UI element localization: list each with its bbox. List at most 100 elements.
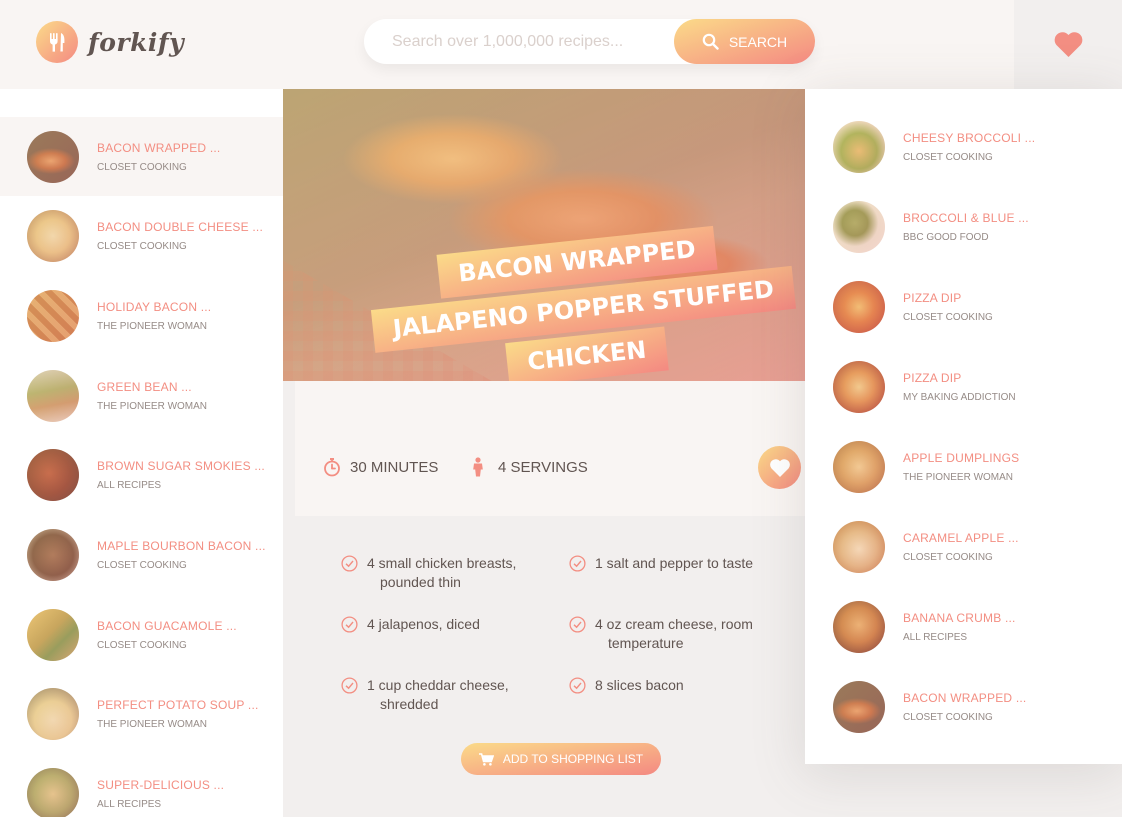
result-author: The Pioneer Woman bbox=[97, 320, 208, 332]
result-author: The Pioneer Woman bbox=[97, 718, 208, 730]
ingredient-text: 4 small chicken breasts, bbox=[367, 555, 517, 571]
liked-recipe-author: The Pioneer Woman bbox=[903, 472, 1014, 483]
result-author: The Pioneer Woman bbox=[97, 400, 208, 412]
ingredient-item: 4 jalapenos, diced bbox=[341, 615, 541, 634]
search-input[interactable] bbox=[364, 19, 674, 64]
ingredient-text: temperature bbox=[608, 635, 684, 651]
ingredient-item: 4 oz cream cheese, room temperature bbox=[569, 615, 769, 653]
recipe-ingredients: 4 small chicken breasts, pounded thin 1 s… bbox=[295, 516, 829, 817]
recipe-thumbnail bbox=[27, 448, 79, 501]
search-button[interactable]: Search bbox=[674, 19, 815, 64]
recipe-thumbnail bbox=[833, 681, 885, 733]
ingredient-text: shredded bbox=[380, 696, 439, 712]
ingredient-item: 1 salt and pepper to taste bbox=[569, 554, 769, 573]
recipe-thumbnail bbox=[27, 369, 79, 422]
liked-recipe-title: Pizza Dip bbox=[903, 371, 962, 385]
heart-icon bbox=[769, 458, 790, 477]
result-item[interactable]: Bacon Wrapped ... Closet Cooking bbox=[0, 117, 283, 196]
liked-recipe-item[interactable]: Bacon Wrapped ... Closet Cooking bbox=[805, 667, 1122, 747]
like-recipe-button[interactable] bbox=[758, 446, 801, 489]
result-title: Holiday Bacon ... bbox=[97, 299, 212, 314]
search-form: Search bbox=[364, 19, 815, 64]
result-item[interactable]: Super-Delicious ... All Recipes bbox=[0, 754, 283, 817]
liked-recipe-title: Apple Dumplings bbox=[903, 451, 1020, 465]
ingredient-item: 1 cup cheddar cheese, shredded bbox=[341, 676, 541, 714]
check-circle-icon bbox=[341, 677, 358, 694]
recipe-thumbnail bbox=[27, 289, 79, 342]
recipe-thumbnail bbox=[27, 130, 79, 183]
check-circle-icon bbox=[569, 555, 586, 572]
result-title: Maple Bourbon Bacon ... bbox=[97, 538, 266, 553]
search-icon bbox=[702, 33, 719, 50]
recipe-time: 30 minutes bbox=[323, 457, 438, 477]
ingredient-text: 4 jalapenos, diced bbox=[367, 616, 480, 632]
check-circle-icon bbox=[569, 677, 586, 694]
liked-recipe-item[interactable]: Apple Dumplings The Pioneer Woman bbox=[805, 427, 1122, 507]
liked-recipe-item[interactable]: Cheesy Broccoli ... Closet Cooking bbox=[805, 107, 1122, 187]
ingredient-item: 8 slices bacon bbox=[569, 676, 769, 695]
liked-recipe-item[interactable]: Pizza Dip My Baking Addiction bbox=[805, 347, 1122, 427]
result-title: Perfect Potato Soup ... bbox=[97, 697, 259, 712]
add-to-shopping-list-button[interactable]: Add to shopping list bbox=[461, 743, 661, 775]
result-author: Closet Cooking bbox=[97, 161, 187, 173]
recipe-thumbnail bbox=[27, 767, 79, 817]
recipe-thumbnail bbox=[833, 441, 885, 493]
recipe-thumbnail bbox=[833, 201, 885, 253]
recipe-thumbnail bbox=[27, 608, 79, 661]
check-circle-icon bbox=[569, 616, 586, 633]
recipe-servings: 4 servings bbox=[471, 457, 588, 477]
liked-recipe-author: BBC Good Food bbox=[903, 232, 989, 243]
ingredient-item: 4 small chicken breasts, pounded thin bbox=[341, 554, 541, 592]
result-author: Closet Cooking bbox=[97, 240, 187, 252]
recipe-thumbnail bbox=[833, 521, 885, 573]
liked-recipe-author: Closet Cooking bbox=[903, 712, 993, 723]
liked-recipe-item[interactable]: Banana Crumb ... All Recipes bbox=[805, 587, 1122, 667]
recipe-time-value: 30 minutes bbox=[350, 458, 439, 476]
recipe-thumbnail bbox=[833, 121, 885, 173]
check-circle-icon bbox=[341, 555, 358, 572]
liked-recipe-title: Broccoli & Blue ... bbox=[903, 211, 1029, 225]
search-results: Bacon Wrapped ... Closet Cooking Bacon Do… bbox=[0, 89, 283, 817]
result-item[interactable]: Maple Bourbon Bacon ... Closet Cooking bbox=[0, 515, 283, 594]
logo[interactable]: forkify bbox=[36, 21, 184, 63]
recipe-thumbnail bbox=[833, 281, 885, 333]
liked-recipe-item[interactable]: Pizza Dip Closet Cooking bbox=[805, 267, 1122, 347]
result-item[interactable]: Green Bean ... The Pioneer Woman bbox=[0, 356, 283, 435]
recipe-thumbnail bbox=[833, 601, 885, 653]
check-circle-icon bbox=[341, 616, 358, 633]
add-to-shopping-list-label: Add to shopping list bbox=[502, 752, 644, 766]
person-icon bbox=[473, 457, 483, 477]
liked-recipe-author: All Recipes bbox=[903, 632, 968, 643]
logo-text: forkify bbox=[88, 27, 185, 57]
fork-knife-icon bbox=[36, 21, 78, 63]
liked-recipe-title: Pizza Dip bbox=[903, 291, 962, 305]
result-author: All Recipes bbox=[97, 479, 162, 491]
result-item[interactable]: Holiday Bacon ... The Pioneer Woman bbox=[0, 276, 283, 355]
liked-recipe-title: Bacon Wrapped ... bbox=[903, 691, 1027, 705]
liked-recipe-title: Cheesy Broccoli ... bbox=[903, 131, 1036, 145]
liked-recipe-item[interactable]: Broccoli & Blue ... BBC Good Food bbox=[805, 187, 1122, 267]
result-item[interactable]: Perfect Potato Soup ... The Pioneer Woman bbox=[0, 674, 283, 753]
liked-recipe-author: Closet Cooking bbox=[903, 152, 993, 163]
result-item[interactable]: Bacon Guacamole ... Closet Cooking bbox=[0, 595, 283, 674]
liked-recipe-author: Closet Cooking bbox=[903, 312, 993, 323]
recipe-thumbnail bbox=[833, 361, 885, 413]
result-author: Closet Cooking bbox=[97, 639, 187, 651]
result-title: Bacon Guacamole ... bbox=[97, 618, 237, 633]
heart-icon bbox=[1054, 32, 1082, 58]
liked-recipe-item[interactable]: Caramel Apple ... Closet Cooking bbox=[805, 507, 1122, 587]
liked-recipe-author: My Baking Addiction bbox=[903, 392, 1016, 403]
ingredient-text: 4 oz cream cheese, room bbox=[595, 616, 753, 632]
liked-recipe-author: Closet Cooking bbox=[903, 552, 993, 563]
result-title: Bacon Wrapped ... bbox=[97, 140, 221, 155]
result-item[interactable]: Bacon Double Cheese ... Closet Cooking bbox=[0, 196, 283, 275]
likes-menu[interactable] bbox=[1014, 0, 1122, 89]
recipe-thumbnail bbox=[27, 209, 79, 262]
result-item[interactable]: Brown Sugar Smokies ... All Recipes bbox=[0, 435, 283, 514]
ingredient-text: 8 slices bacon bbox=[595, 677, 684, 693]
result-title: Bacon Double Cheese ... bbox=[97, 219, 263, 234]
cart-icon bbox=[478, 752, 494, 766]
likes-panel: Cheesy Broccoli ... Closet Cooking Brocco… bbox=[805, 89, 1122, 764]
recipe-details: 30 minutes 4 servings bbox=[295, 381, 805, 516]
header: forkify Search bbox=[0, 0, 1122, 89]
